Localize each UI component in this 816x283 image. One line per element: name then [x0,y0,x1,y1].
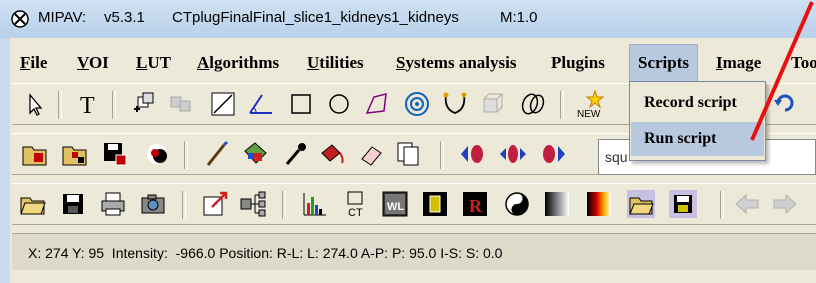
ellipse-icon[interactable] [324,89,354,119]
camera-icon[interactable] [138,189,168,219]
menu-file[interactable]: File [20,53,47,73]
toolbar-file: CT WL R [12,183,816,225]
svg-text:CT: CT [348,207,363,219]
levelset-icon[interactable] [402,89,432,119]
save-image-icon[interactable] [58,189,88,219]
text-tool-icon[interactable]: T [74,89,104,119]
ct-preset-icon[interactable]: CT [340,189,370,219]
rotate-icon[interactable] [770,88,800,118]
menu-voi[interactable]: VOI [77,53,109,73]
gray-lut-icon[interactable] [542,189,572,219]
dropper-icon[interactable] [280,139,310,169]
protractor-icon[interactable] [246,89,276,119]
threshold-icon[interactable] [420,189,450,219]
menu-tools[interactable]: Too [791,53,816,73]
search-input-value: squ [605,149,628,165]
svg-text:R: R [469,196,483,216]
menu-bar: File VOI LUT Algorithms Utilities System… [10,42,816,82]
fill-icon[interactable] [318,139,348,169]
menu-utilities[interactable]: Utilities [307,53,364,73]
polygon-icon[interactable] [362,89,392,119]
svg-text:WL: WL [387,201,404,213]
window-level-icon[interactable]: WL [380,189,410,219]
window-filename: CTplugFinalFinal_slice1_kidneys1_kidneys [172,9,459,26]
toolbar-separator [720,191,724,219]
window-mode: M:1.0 [500,9,538,26]
menu-lut[interactable]: LUT [136,53,171,73]
toolbar-separator [184,141,188,169]
toolbar-separator [58,91,62,119]
title-bar: MIPAV: v5.3.1 CTplugFinalFinal_slice1_ki… [0,0,816,38]
scripts-dropdown: Record script Run script [629,81,766,161]
new-voi-icon[interactable]: NEW [574,89,604,119]
image-tree-icon[interactable] [238,189,268,219]
save-lut-icon[interactable] [668,189,698,219]
save-voi-icon[interactable] [100,139,130,169]
menu-scripts[interactable]: Scripts [629,44,698,81]
flip-right-icon[interactable] [538,139,568,169]
eraser-icon[interactable] [356,139,386,169]
undo-arrow-icon [735,193,759,215]
hot-lut-icon[interactable] [584,189,614,219]
split-voi-icon[interactable] [518,89,548,119]
run-script-item[interactable]: Run script [631,122,764,156]
grid-points-icon [170,96,191,112]
record-script-item[interactable]: Record script [631,86,764,120]
livewire-icon[interactable] [440,89,470,119]
pointer-icon[interactable] [20,89,50,119]
cube-icon [483,93,504,113]
svg-text:NEW: NEW [577,109,601,119]
red-channel-icon[interactable]: R [460,189,490,219]
toolbar-separator [112,91,116,119]
mipav-app-icon [11,10,29,28]
toolbar-separator [560,91,564,119]
menu-image[interactable]: Image [716,53,761,73]
paint-color-icon[interactable] [142,139,172,169]
histogram-icon[interactable] [300,189,330,219]
print-icon[interactable] [98,189,128,219]
status-bar: X: 274 Y: 95 Intensity: -966.0 Position:… [12,233,816,270]
flip-left-icon[interactable] [458,139,488,169]
menu-plugins[interactable]: Plugins [551,53,605,73]
open-all-voi-icon[interactable] [60,139,90,169]
open-image-icon[interactable] [18,189,48,219]
app-version: v5.3.1 [104,9,145,26]
image-extract-icon[interactable] [200,189,230,219]
add-points-icon[interactable] [130,89,160,119]
copy-paint-icon[interactable] [394,139,424,169]
rectangle-icon[interactable] [286,89,316,119]
status-text: X: 274 Y: 95 Intensity: -966.0 Position:… [28,245,503,261]
toolbar-separator [182,191,186,219]
toolbar-separator [440,141,444,169]
line-tool-icon[interactable] [208,89,238,119]
paint-can-icon[interactable] [240,139,270,169]
redo-arrow-icon [773,193,797,215]
open-lut-icon[interactable] [626,189,656,219]
paint-brush-icon[interactable] [202,139,232,169]
svg-text:T: T [80,93,95,119]
menu-algorithms[interactable]: Algorithms [197,53,279,73]
toolbar-separator [282,191,286,219]
app-name: MIPAV: [38,9,87,26]
invert-lut-icon[interactable] [502,189,532,219]
menu-systems-analysis[interactable]: Systems analysis [396,53,516,73]
open-voi-icon[interactable] [20,139,50,169]
flip-both-icon[interactable] [498,139,528,169]
